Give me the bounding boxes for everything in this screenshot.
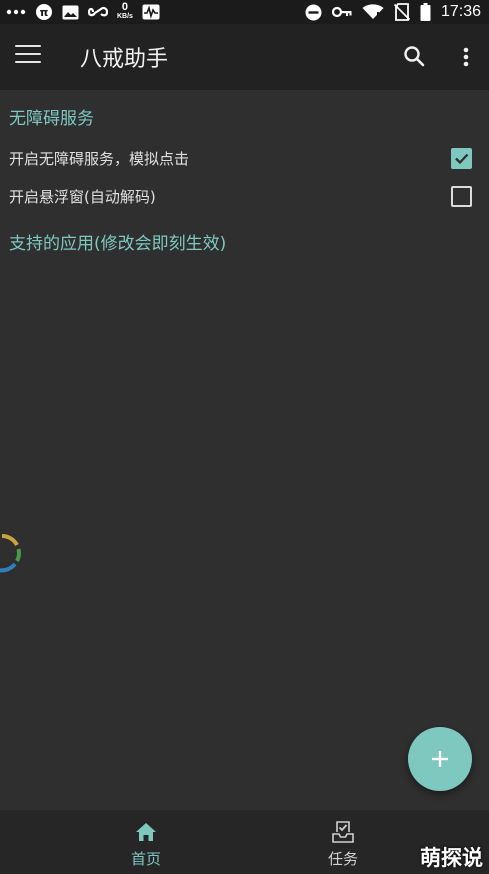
tray-check-icon <box>332 821 354 843</box>
supported-apps-section-header: 支持的应用(修改会即刻生效) <box>9 234 227 254</box>
accessibility-section-header: 无障碍服务 <box>9 109 94 129</box>
battery-icon <box>420 3 431 21</box>
nav-tasks-label: 任务 <box>327 850 358 868</box>
nav-tasks[interactable]: 任务 <box>283 810 403 874</box>
pi-icon: π <box>35 3 53 21</box>
heart-monitor-icon <box>142 4 160 20</box>
key-icon <box>331 6 352 18</box>
app-bar: 八戒助手 <box>0 24 489 90</box>
status-bar: π 0 KB/s 17:36 <box>0 0 489 24</box>
status-bar-left: π 0 KB/s <box>6 0 160 24</box>
net-speed: 0 KB/s <box>117 1 133 21</box>
watermark: 萌探说 <box>420 846 483 870</box>
dots-icon <box>6 9 26 15</box>
status-bar-right: 17:36 <box>305 0 481 24</box>
floating-window-checkbox[interactable] <box>451 186 472 207</box>
loading-spinner-icon <box>0 533 22 573</box>
pref-label: 开启无障碍服务，模拟点击 <box>9 150 190 168</box>
search-icon[interactable] <box>402 44 428 70</box>
home-icon <box>136 823 156 841</box>
nav-home-label: 首页 <box>130 850 161 868</box>
do-not-disturb-icon <box>305 4 322 21</box>
svg-text:π: π <box>40 6 49 19</box>
wifi-icon <box>362 4 384 20</box>
nav-home[interactable]: 首页 <box>86 810 206 874</box>
pref-accessibility-service[interactable]: 开启无障碍服务，模拟点击 <box>0 139 489 177</box>
bottom-nav: 首页 任务 <box>0 810 489 874</box>
image-icon <box>62 5 79 20</box>
app-title: 八戒助手 <box>80 47 169 72</box>
net-speed-unit: KB/s <box>117 13 133 20</box>
accessibility-checkbox[interactable] <box>451 148 472 169</box>
no-sim-icon <box>393 3 410 21</box>
plus-icon <box>432 751 448 767</box>
infinity-icon <box>88 6 108 18</box>
hamburger-icon[interactable] <box>15 45 41 69</box>
pref-label: 开启悬浮窗(自动解码) <box>9 188 156 206</box>
more-vert-icon[interactable] <box>458 45 474 71</box>
clock: 17:36 <box>440 3 481 20</box>
net-speed-value: 0 <box>121 1 129 13</box>
pref-floating-window[interactable]: 开启悬浮窗(自动解码) <box>0 177 489 215</box>
add-button[interactable] <box>408 727 472 791</box>
